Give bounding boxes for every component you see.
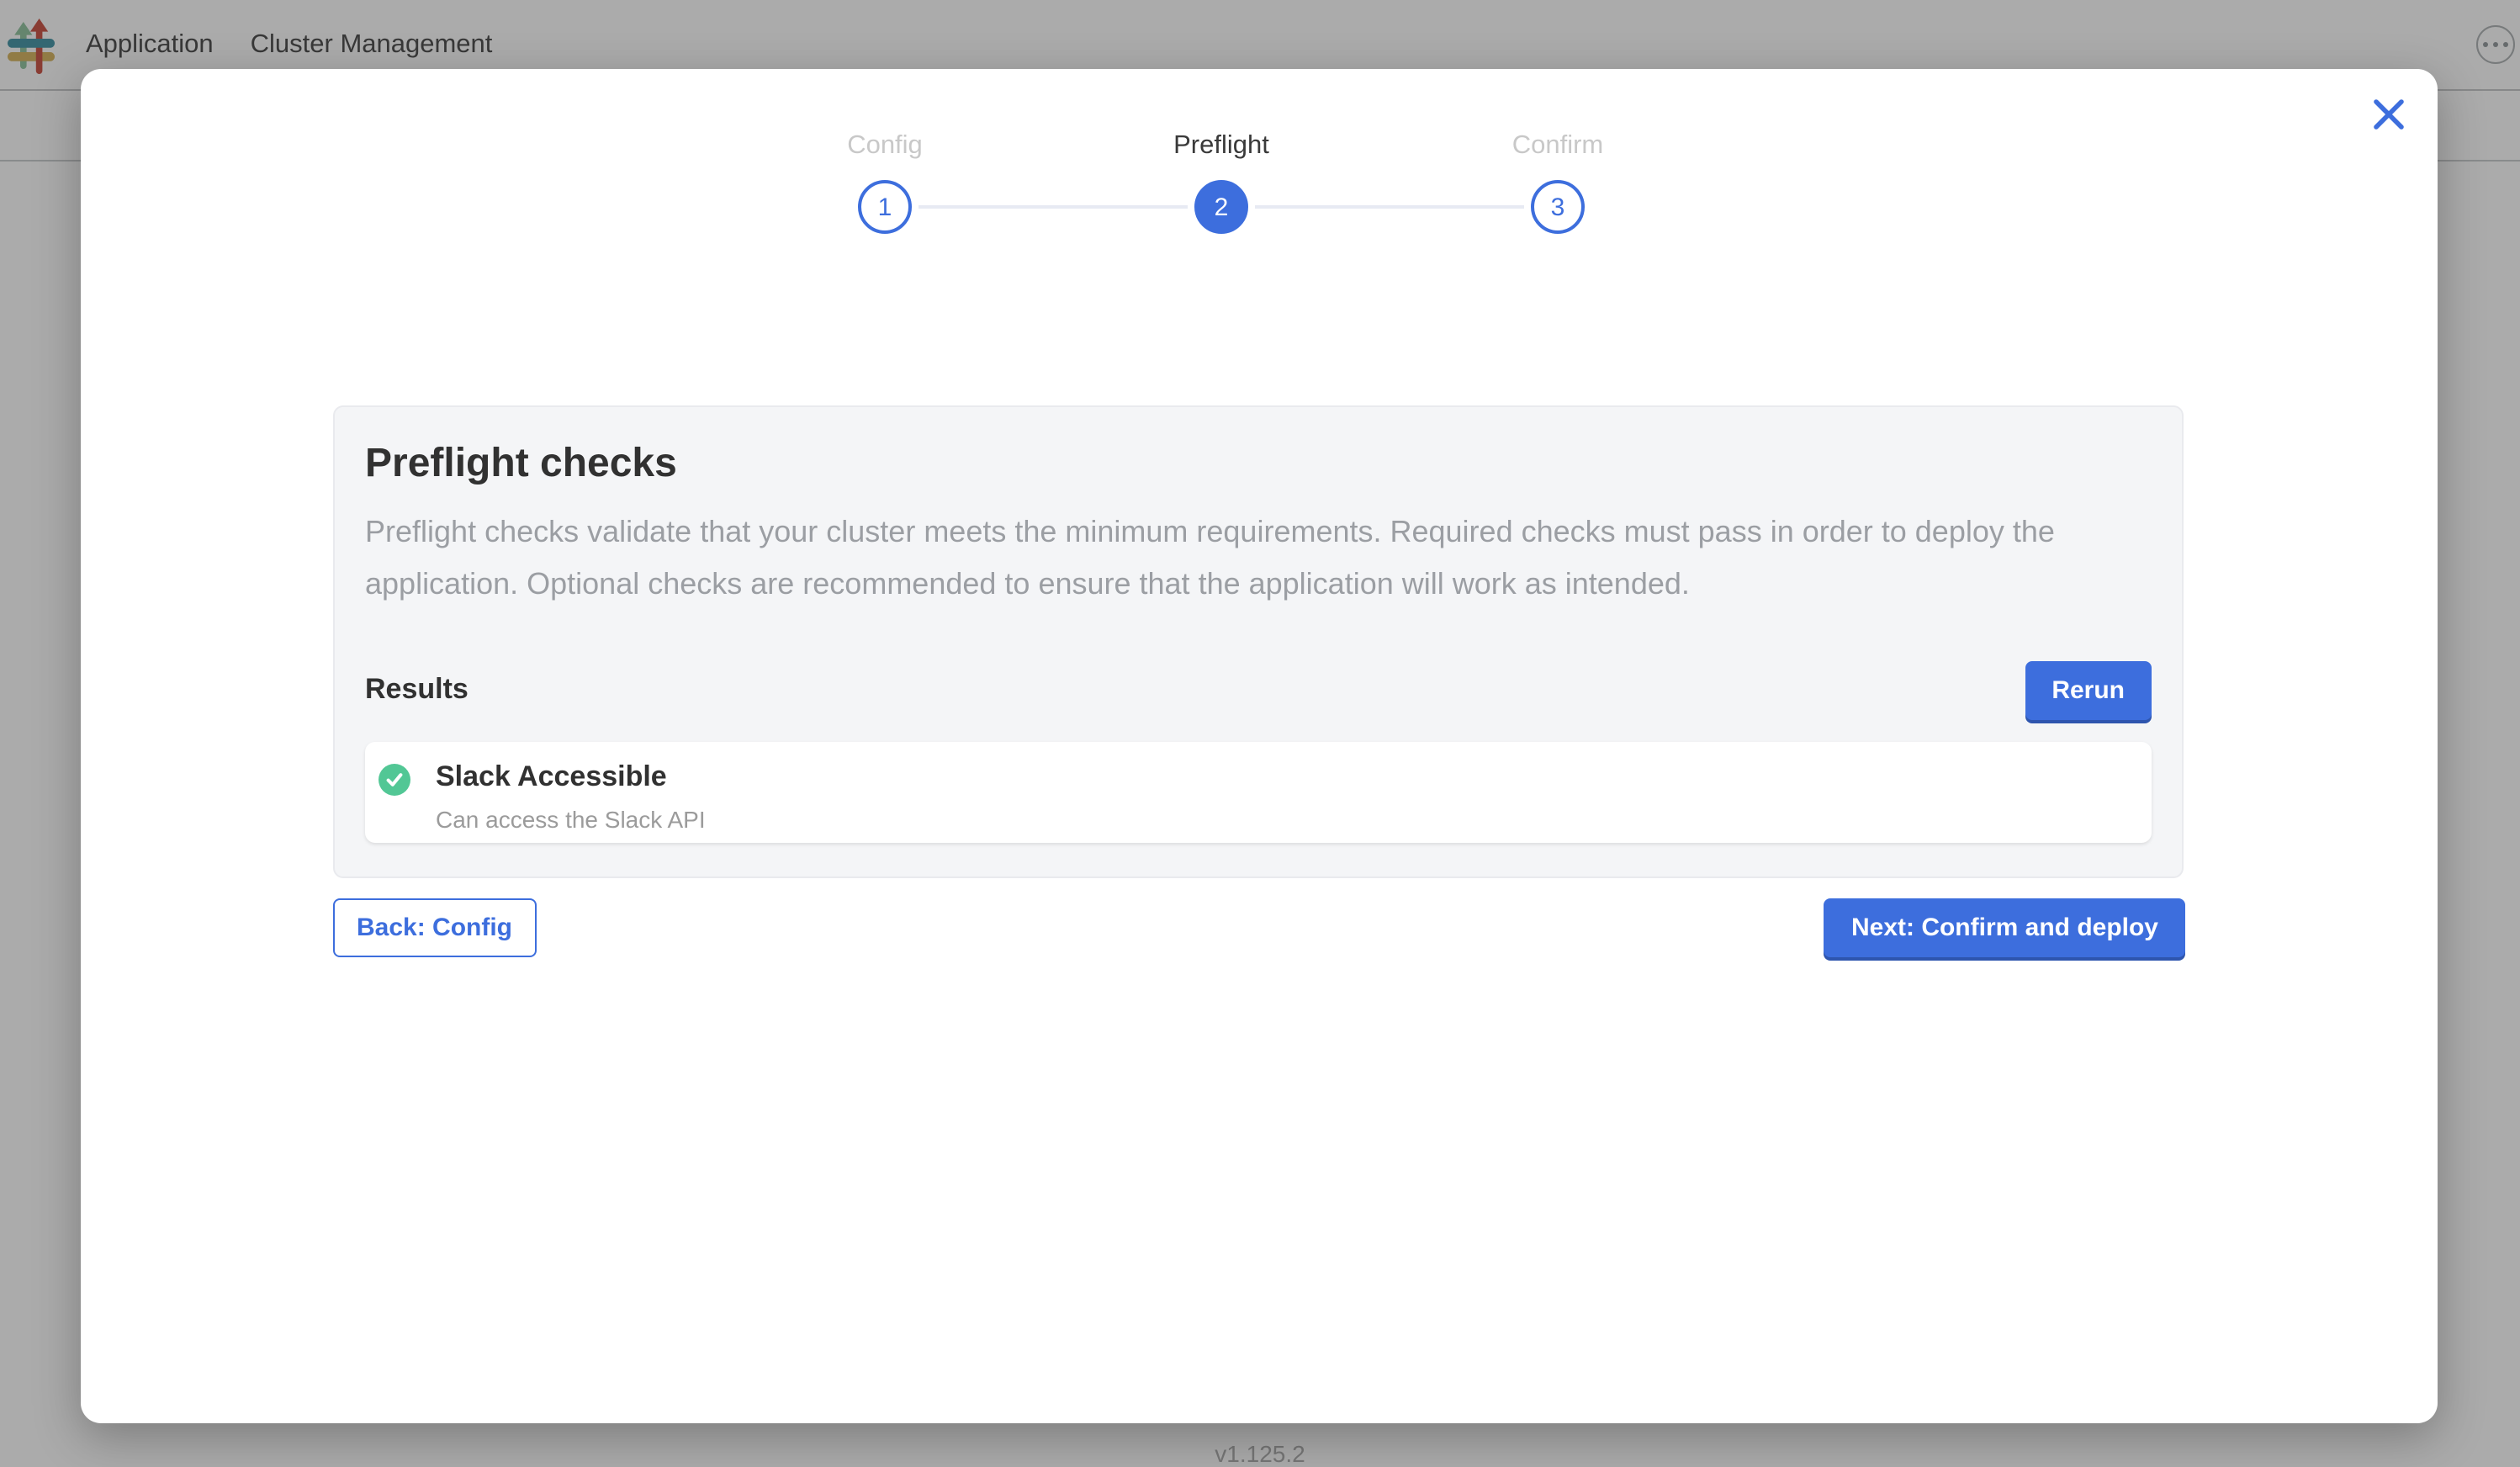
step-label-preflight: Preflight xyxy=(1053,131,1390,162)
deploy-wizard-modal: Config Preflight Confirm 1 2 3 Preflight… xyxy=(81,69,2438,1423)
results-label: Results xyxy=(365,673,469,707)
step-connector xyxy=(919,205,1188,209)
next-button[interactable]: Next: Confirm and deploy xyxy=(1824,898,2185,957)
wizard-stepper: Config Preflight Confirm 1 2 3 xyxy=(717,131,1726,239)
step-circle-preflight[interactable]: 2 xyxy=(1194,180,1248,234)
check-name: Slack Accessible xyxy=(436,760,706,793)
panel-title: Preflight checks xyxy=(365,441,2152,487)
step-circle-confirm[interactable]: 3 xyxy=(1531,180,1585,234)
step-circle-config[interactable]: 1 xyxy=(858,180,912,234)
check-pass-icon xyxy=(379,763,410,795)
preflight-check-row: Slack Accessible Can access the Slack AP… xyxy=(365,741,2152,842)
check-detail: Can access the Slack API xyxy=(436,805,706,832)
step-label-config: Config xyxy=(717,131,1053,162)
preflight-panel: Preflight checks Preflight checks valida… xyxy=(333,405,2184,878)
results-row: Results Rerun xyxy=(365,660,2152,719)
step-label-confirm: Confirm xyxy=(1390,131,1726,162)
panel-description: Preflight checks validate that your clus… xyxy=(365,506,2067,610)
rerun-button[interactable]: Rerun xyxy=(2025,660,2152,719)
screen: Application Cluster Management v1.125.2 … xyxy=(0,0,2520,1467)
step-connector xyxy=(1255,205,1524,209)
check-text: Slack Accessible Can access the Slack AP… xyxy=(436,760,706,832)
close-icon[interactable] xyxy=(2372,98,2406,131)
back-button[interactable]: Back: Config xyxy=(333,898,536,957)
